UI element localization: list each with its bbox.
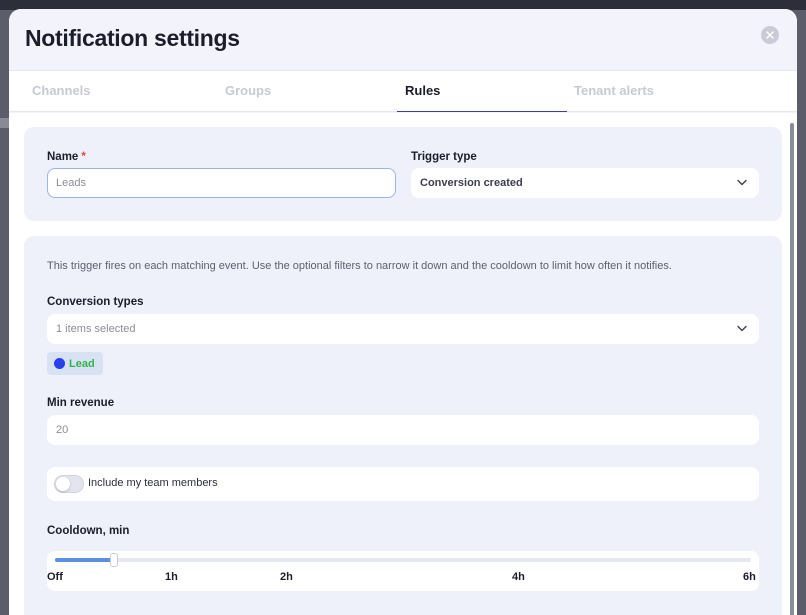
min-revenue-label: Min revenue (47, 397, 115, 409)
conversion-types-select[interactable]: 1 items selected (47, 314, 759, 344)
name-label-text: Name (47, 151, 79, 163)
tick-off: Off (47, 571, 63, 583)
rules-content: Name * Leads Trigger type Conversion crea… (9, 113, 797, 615)
tick-4h: 4h (512, 571, 525, 583)
team-members-label: Include my team members (88, 477, 218, 489)
trigger-description: This trigger fires on each matching even… (47, 260, 672, 272)
active-tab-indicator (397, 111, 567, 112)
team-members-toggle[interactable] (54, 475, 84, 493)
cooldown-slider (47, 551, 759, 591)
tab-bar: Channels Groups Rules Tenant alerts (9, 70, 797, 112)
tick-2h: 2h (280, 571, 293, 583)
slider-track[interactable] (55, 553, 751, 567)
toggle-knob (56, 477, 70, 491)
trigger-type-select[interactable]: Conversion created (411, 168, 759, 198)
slider-fill (55, 558, 114, 562)
chevron-down-icon (737, 325, 747, 332)
name-label: Name * (47, 151, 86, 163)
notification-settings-modal: Notification settings Channels Groups Ru… (9, 9, 797, 615)
modal-header: Notification settings (9, 9, 797, 70)
close-button[interactable] (761, 26, 779, 44)
chip-label: Lead (69, 357, 95, 370)
min-revenue-input[interactable]: 20 (47, 415, 759, 445)
modal-scrollbar[interactable] (790, 123, 794, 615)
tick-6h: 6h (743, 571, 756, 583)
close-icon (766, 31, 774, 39)
team-members-row: Include my team members (47, 467, 759, 501)
trigger-type-value: Conversion created (420, 177, 523, 189)
selected-type-chip-lead[interactable]: Lead (47, 352, 103, 375)
trigger-type-label: Trigger type (411, 151, 477, 163)
conversion-types-label: Conversion types (47, 296, 144, 308)
name-input[interactable]: Leads (47, 168, 396, 198)
tick-1h: 1h (165, 571, 178, 583)
conversion-types-summary: 1 items selected (56, 323, 136, 335)
tab-channels[interactable]: Channels (32, 71, 91, 113)
rule-basics-card: Name * Leads Trigger type Conversion crea… (24, 127, 782, 221)
tab-groups[interactable]: Groups (225, 71, 271, 113)
required-marker: * (81, 151, 86, 163)
cooldown-label: Cooldown, min (47, 525, 130, 537)
modal-title: Notification settings (25, 25, 240, 51)
tab-rules[interactable]: Rules (405, 71, 440, 113)
slider-thumb[interactable] (110, 553, 118, 567)
tab-tenant-alerts[interactable]: Tenant alerts (574, 71, 654, 113)
lead-dot-icon (54, 358, 65, 369)
chevron-down-icon (737, 179, 747, 186)
filters-card: This trigger fires on each matching even… (24, 236, 782, 615)
